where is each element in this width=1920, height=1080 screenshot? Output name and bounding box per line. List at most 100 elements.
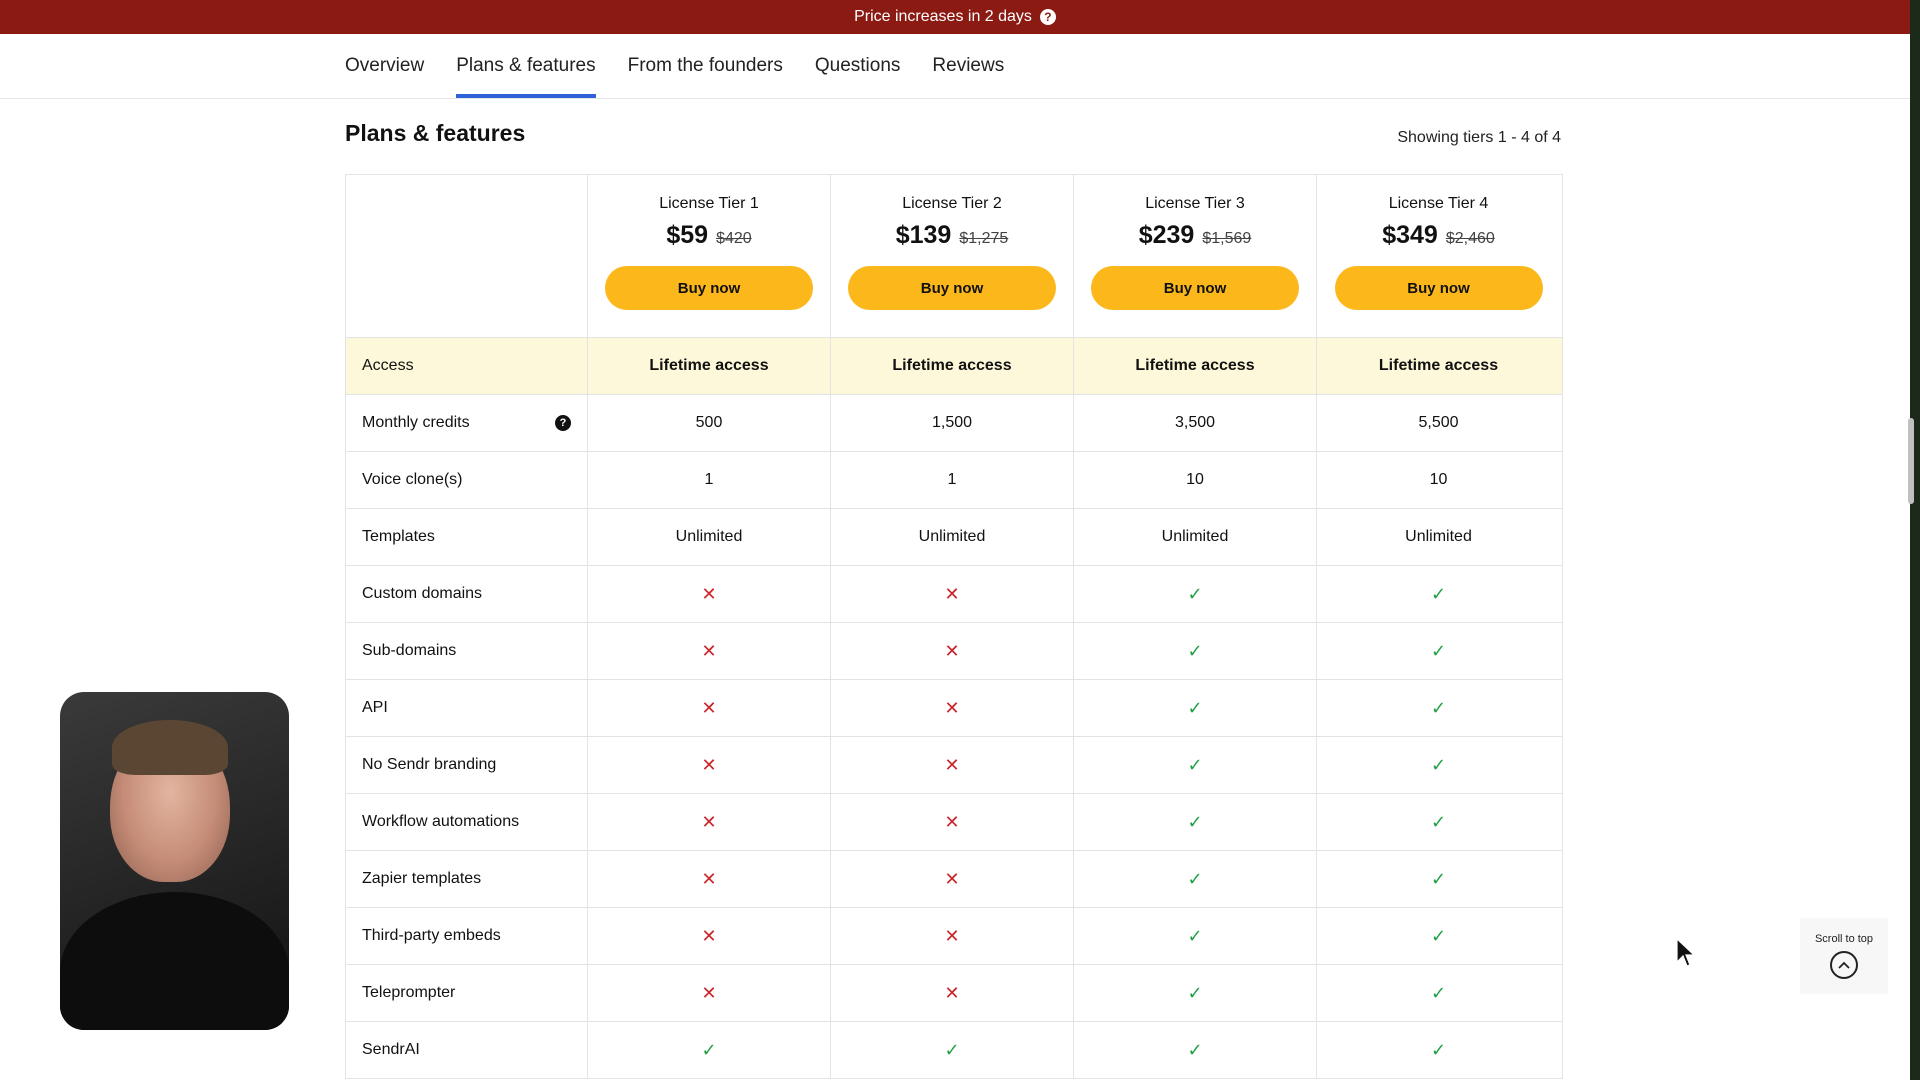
cross-icon: ✕ xyxy=(944,697,960,718)
feature-cell: ✓ xyxy=(1074,566,1317,622)
feature-cell: ✓ xyxy=(831,1022,1074,1078)
feature-cell: ✓ xyxy=(1317,566,1560,622)
feature-label-text: Templates xyxy=(362,528,435,545)
feature-row-workflow-automations: Workflow automations ✕ ✕ ✓ ✓ xyxy=(346,794,1562,851)
tier-header-2: License Tier 2 $139 $1,275 Buy now xyxy=(831,175,1074,337)
feature-cell: 3,500 xyxy=(1074,395,1317,451)
cross-icon: ✕ xyxy=(944,925,960,946)
feature-cell: ✕ xyxy=(588,794,831,850)
feature-cell: ✕ xyxy=(588,965,831,1021)
tier-original-price: $1,569 xyxy=(1202,230,1252,247)
feature-row-templates: Templates Unlimited Unlimited Unlimited Unli… xyxy=(346,509,1562,566)
check-icon: ✓ xyxy=(1430,754,1447,775)
feature-label-text: Workflow automations xyxy=(362,813,520,830)
banner-text: Price increases in 2 days xyxy=(854,8,1032,25)
feature-label: Access xyxy=(346,338,588,394)
desktop-background-edge xyxy=(1910,0,1920,1080)
feature-cell: Unlimited xyxy=(1317,509,1560,565)
tier-header-3: License Tier 3 $239 $1,569 Buy now xyxy=(1074,175,1317,337)
price-line: $59 $420 xyxy=(666,221,751,250)
feature-cell: ✓ xyxy=(1317,794,1560,850)
buy-now-button[interactable]: Buy now xyxy=(1334,266,1543,310)
tab-plans-features[interactable]: Plans & features xyxy=(456,34,597,98)
feature-label: Monthly credits? xyxy=(346,395,588,451)
feature-label: Third-party embeds xyxy=(346,908,588,964)
scroll-to-top-button[interactable]: Scroll to top xyxy=(1800,918,1888,994)
feature-value: 3,500 xyxy=(1174,414,1216,431)
check-icon: ✓ xyxy=(1187,982,1203,1003)
tab-reviews[interactable]: Reviews xyxy=(916,34,1020,98)
feature-cell: 1 xyxy=(831,452,1074,508)
feature-label: Custom domains xyxy=(346,566,588,622)
cross-icon: ✕ xyxy=(701,925,717,946)
feature-cell: ✕ xyxy=(588,566,831,622)
cross-icon: ✕ xyxy=(701,868,717,889)
feature-label: Sub-domains xyxy=(346,623,588,679)
mouse-cursor-icon xyxy=(1676,938,1696,967)
presenter-video[interactable] xyxy=(60,692,289,1030)
feature-value: 1 xyxy=(704,471,714,488)
tab-questions[interactable]: Questions xyxy=(799,34,917,98)
check-icon: ✓ xyxy=(1187,1039,1203,1060)
feature-cell: Lifetime access xyxy=(588,338,831,394)
feature-label: SendrAI xyxy=(346,1022,588,1078)
question-icon[interactable]: ? xyxy=(555,415,571,431)
feature-cell: ✕ xyxy=(588,737,831,793)
feature-cell: Lifetime access xyxy=(1317,338,1560,394)
question-icon[interactable]: ? xyxy=(1039,9,1056,25)
feature-cell: ✓ xyxy=(1317,908,1560,964)
feature-row-third-party-embeds: Third-party embeds ✕ ✕ ✓ ✓ xyxy=(346,908,1562,965)
feature-cell: 10 xyxy=(1074,452,1317,508)
feature-label-text: Monthly credits xyxy=(362,414,470,431)
feature-cell: ✓ xyxy=(1317,965,1560,1021)
tab-from-the-founders[interactable]: From the founders xyxy=(612,34,799,98)
feature-cell: ✓ xyxy=(1074,1022,1317,1078)
presenter-shirt xyxy=(60,892,289,1030)
cross-icon: ✕ xyxy=(944,811,960,832)
feature-row-sub-domains: Sub-domains ✕ ✕ ✓ ✓ xyxy=(346,623,1562,680)
feature-value: Lifetime access xyxy=(892,357,1012,374)
feature-row-voice-clone-s: Voice clone(s) 1 1 10 10 xyxy=(346,452,1562,509)
tier-price: $59 xyxy=(666,221,709,249)
feature-cell: 1 xyxy=(588,452,831,508)
feature-cell: ✕ xyxy=(831,908,1074,964)
cross-icon: ✕ xyxy=(944,982,960,1003)
page-scrollbar-thumb[interactable] xyxy=(1908,418,1914,504)
tier-price: $139 xyxy=(895,221,952,249)
feature-cell: ✓ xyxy=(1317,623,1560,679)
feature-cell: ✓ xyxy=(1317,1022,1560,1078)
tab-overview[interactable]: Overview xyxy=(345,34,440,98)
feature-cell: ✕ xyxy=(831,680,1074,736)
check-icon: ✓ xyxy=(1430,583,1447,604)
tier-name: License Tier 2 xyxy=(902,195,1002,212)
feature-cell: ✓ xyxy=(1317,851,1560,907)
feature-cell: ✓ xyxy=(588,1022,831,1078)
buy-now-button[interactable]: Buy now xyxy=(1091,266,1299,310)
feature-label-text: Access xyxy=(362,357,414,374)
tier-header-row: License Tier 1 $59 $420 Buy now License Tier… xyxy=(346,175,1562,338)
cross-icon: ✕ xyxy=(701,640,717,661)
feature-value: 1,500 xyxy=(931,414,973,431)
feature-value: 10 xyxy=(1186,471,1204,488)
feature-cell: ✕ xyxy=(831,965,1074,1021)
feature-cell: 5,500 xyxy=(1317,395,1560,451)
check-icon: ✓ xyxy=(1430,811,1447,832)
cross-icon: ✕ xyxy=(701,697,717,718)
check-icon: ✓ xyxy=(1187,583,1203,604)
tier-header-4: License Tier 4 $349 $2,460 Buy now xyxy=(1317,175,1560,337)
feature-label: Zapier templates xyxy=(346,851,588,907)
cross-icon: ✕ xyxy=(701,982,717,1003)
feature-label-text: Zapier templates xyxy=(362,870,482,887)
check-icon: ✓ xyxy=(701,1039,717,1060)
check-icon: ✓ xyxy=(944,1039,960,1060)
price-line: $139 $1,275 xyxy=(896,221,1009,250)
feature-value: Unlimited xyxy=(675,528,743,545)
feature-label: API xyxy=(346,680,588,736)
cross-icon: ✕ xyxy=(944,640,960,661)
buy-now-button[interactable]: Buy now xyxy=(605,266,813,310)
feature-value: Unlimited xyxy=(1161,528,1229,545)
cross-icon: ✕ xyxy=(701,583,717,604)
price-line: $349 $2,460 xyxy=(1382,221,1495,250)
tier-original-price: $1,275 xyxy=(959,230,1009,247)
buy-now-button[interactable]: Buy now xyxy=(848,266,1056,310)
